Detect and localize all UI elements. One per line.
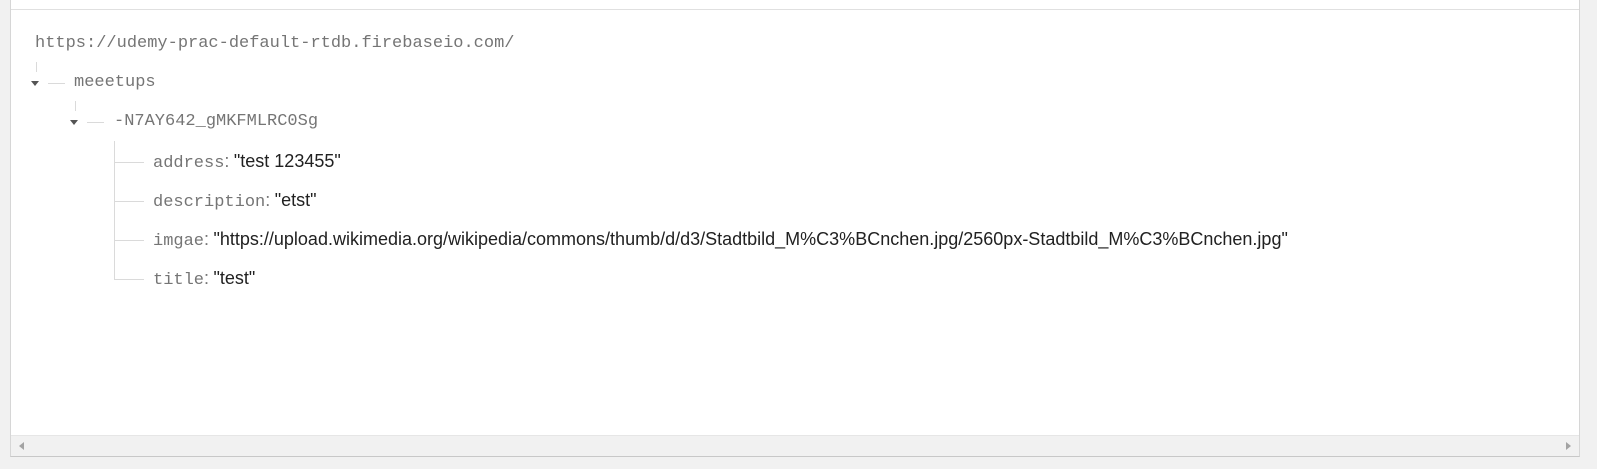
tree-connector	[114, 240, 144, 241]
caret-down-icon[interactable]	[70, 120, 78, 125]
tree-field-row[interactable]: description: "etst"	[153, 188, 316, 212]
database-viewer-panel: https://udemy-prac-default-rtdb.firebase…	[10, 0, 1580, 457]
field-name: address	[153, 154, 225, 173]
tree-field-row[interactable]: imgae: "https://upload.wikimedia.org/wik…	[153, 227, 1288, 251]
tree-node-record-key[interactable]: -N7AY642_gMKFMLRC0Sg	[114, 110, 318, 134]
tree-connector	[75, 101, 76, 111]
tree-connector	[48, 83, 65, 84]
tree-node-collection-key[interactable]: meeetups	[74, 71, 156, 95]
tree-connector	[114, 201, 144, 202]
tree-connector	[36, 62, 37, 72]
field-separator: :	[204, 268, 210, 288]
field-separator: :	[265, 190, 271, 210]
field-name: description	[153, 193, 266, 212]
field-value[interactable]: "https://upload.wikimedia.org/wikipedia/…	[213, 229, 1287, 249]
scroll-right-arrow-icon[interactable]	[1566, 442, 1571, 450]
scroll-left-arrow-icon[interactable]	[19, 442, 24, 450]
field-value[interactable]: "etst"	[275, 190, 317, 210]
field-name: imgae	[153, 232, 205, 251]
tree-field-row[interactable]: title: "test"	[153, 266, 255, 290]
data-tree: https://udemy-prac-default-rtdb.firebase…	[11, 0, 1579, 456]
tree-connector	[87, 122, 104, 123]
field-value[interactable]: "test"	[213, 268, 255, 288]
tree-field-row[interactable]: address: "test 123455"	[153, 149, 341, 173]
field-separator: :	[204, 229, 210, 249]
horizontal-scrollbar[interactable]	[11, 435, 1579, 456]
caret-down-icon[interactable]	[31, 81, 39, 86]
field-value[interactable]: "test 123455"	[234, 151, 341, 171]
database-root-url[interactable]: https://udemy-prac-default-rtdb.firebase…	[35, 32, 514, 56]
field-separator: :	[224, 151, 230, 171]
tree-connector	[114, 162, 144, 163]
tree-connector	[114, 279, 144, 280]
field-name: title	[153, 271, 205, 290]
